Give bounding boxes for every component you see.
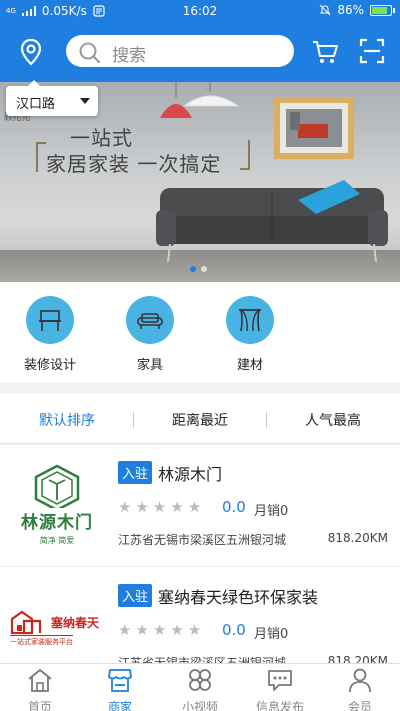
message-icon [268, 670, 292, 691]
nav-post-info[interactable]: 信息发布 [240, 666, 320, 711]
shop-address: 江苏省无锡市梁溪区五洲银河城 [118, 533, 287, 547]
wood-door-logo-icon [34, 464, 80, 508]
divider [133, 412, 134, 428]
shop-score: 0.0 [222, 621, 246, 639]
star-icon: ★ [187, 498, 202, 516]
shop-list: 林源木门 简净 简爱 入驻 林源木门 ★ ★ ★ ★ ★ 0.0 月销0 江苏省… [0, 445, 400, 663]
star-icon: ★ [118, 621, 132, 639]
star-icon: ★ [170, 621, 184, 639]
rating-stars: ★ ★ ★ ★ ★ [118, 499, 201, 515]
nav-label: 小视频 [181, 700, 218, 711]
search-bar[interactable]: 搜索 [66, 35, 294, 67]
status-bar: 4G 0.05K/s 16:02 86% [0, 0, 400, 22]
mute-icon [319, 4, 331, 16]
shop-item[interactable]: 塞纳春天 一站式家装服务平台 入驻 塞纳春天绿色环保家装 ★ ★ ★ ★ ★ 0… [0, 568, 400, 663]
star-icon: ★ [170, 498, 184, 516]
category-label: 家具 [136, 358, 163, 373]
shop-badge: 入驻 [118, 461, 153, 484]
battery-icon [370, 4, 395, 16]
location-label: 汉口路 [16, 97, 56, 112]
cart-button[interactable] [310, 36, 340, 70]
star-icon: ★ [152, 621, 167, 639]
nav-label: 会员 [347, 700, 372, 711]
battery-percent: 86% [337, 3, 364, 17]
banner-dot[interactable] [201, 266, 207, 272]
category-materials[interactable]: 建材 [210, 296, 290, 373]
shop-logo-text: 塞纳春天 [51, 615, 100, 630]
top-header: 搜索 [0, 22, 400, 82]
sort-nearest[interactable]: 距离最近 [145, 410, 255, 430]
category-label: 装修设计 [23, 358, 76, 373]
scan-button[interactable] [358, 37, 386, 69]
chevron-down-icon [80, 98, 90, 104]
shop-sales: 月销0 [254, 504, 289, 519]
location-button[interactable] [14, 36, 48, 70]
star-icon: ★ [135, 498, 149, 516]
nav-merchants[interactable]: 商家 [80, 666, 160, 711]
shop-badge: 入驻 [118, 584, 153, 607]
sofa-icon [137, 313, 163, 329]
rating-stars: ★ ★ ★ ★ ★ [118, 622, 201, 638]
desk-icon [39, 310, 61, 331]
search-icon [79, 42, 101, 63]
shop-logo: 林源木门 简净 简爱 [10, 457, 104, 553]
shop-sales: 月销0 [254, 627, 289, 642]
banner-dot[interactable] [190, 266, 196, 272]
nav-home[interactable]: 首页 [0, 666, 80, 711]
shop-address: 江苏省无锡市梁溪区五洲银河城 [118, 656, 287, 663]
shop-logo-subtext: 简净 简爱 [39, 536, 75, 545]
divider [266, 412, 267, 428]
shop-distance: 818.20KM [327, 654, 388, 663]
sort-popular[interactable]: 人气最高 [278, 410, 388, 430]
category-bar: 装修设计 家具 建材 [0, 282, 400, 382]
shop-logo-subtext: 一站式家装服务平台 [10, 635, 73, 647]
sort-tabs: 默认排序 距离最近 人气最高 [0, 394, 400, 444]
star-icon: ★ [152, 498, 167, 516]
nav-videos[interactable]: 小视频 [160, 666, 240, 711]
shop-name: 林源木门 [158, 465, 223, 484]
category-furniture[interactable]: 家具 [110, 296, 190, 373]
shop-item[interactable]: 林源木门 简净 简爱 入驻 林源木门 ★ ★ ★ ★ ★ 0.0 月销0 江苏省… [0, 445, 400, 567]
nav-label: 商家 [107, 700, 132, 711]
location-dropdown[interactable]: 汉口路 [6, 80, 98, 116]
star-icon: ★ [118, 498, 132, 516]
star-icon: ★ [187, 621, 202, 639]
category-label: 建材 [236, 358, 263, 373]
star-icon: ★ [135, 621, 149, 639]
shop-distance: 818.20KM [327, 531, 388, 545]
bottom-navigation: 首页 商家 小视频 信息发布 会员 [0, 663, 400, 711]
shop-logo: 塞纳春天 一站式家装服务平台 [10, 580, 104, 663]
scan-icon [359, 38, 385, 64]
home-icon [28, 669, 52, 692]
shop-logo-text: 林源木门 [21, 513, 93, 533]
nav-label: 首页 [27, 700, 52, 711]
location-pin-icon [20, 38, 42, 66]
house-logo-icon [10, 610, 42, 635]
store-icon [108, 669, 132, 692]
shop-score: 0.0 [222, 498, 246, 516]
cart-icon [313, 41, 338, 63]
video-icon [189, 669, 211, 691]
banner-pagination [190, 266, 207, 272]
nav-label: 信息发布 [255, 700, 304, 711]
curtain-icon [239, 309, 261, 332]
sort-default[interactable]: 默认排序 [12, 410, 122, 430]
shop-name: 塞纳春天绿色环保家装 [158, 588, 319, 607]
search-placeholder: 搜索 [112, 46, 146, 66]
user-icon [349, 668, 371, 693]
nav-member[interactable]: 会员 [320, 666, 400, 711]
category-design[interactable]: 装修设计 [10, 296, 90, 373]
